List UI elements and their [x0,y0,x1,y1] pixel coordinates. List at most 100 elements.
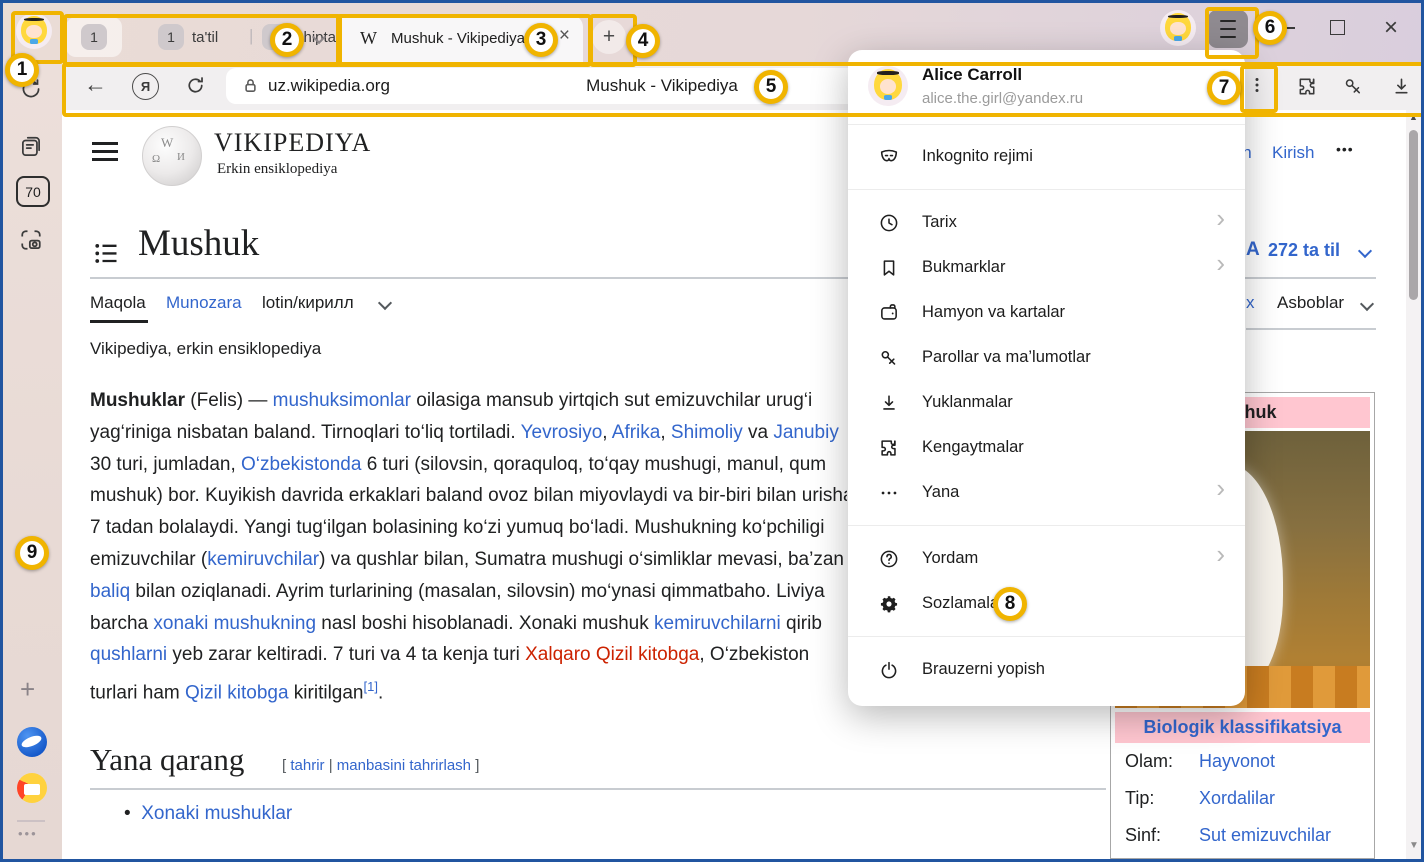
maximize-button[interactable] [1330,20,1345,35]
speed-score-badge[interactable]: 70 [16,176,50,207]
menu-item-label: Yordam [922,549,978,568]
menu-item-parollar-va-ma-lumotlar[interactable]: Parollar va ma’lumotlar [848,335,1245,380]
article-text[interactable]: [1] [364,679,378,694]
notes-icon[interactable] [18,134,44,165]
tools-divider [1246,328,1376,330]
article-link[interactable]: kemiruvchilarni [654,613,781,634]
see-also-heading: Yana qarang [90,742,244,778]
download-icon [878,392,900,414]
article-link[interactable]: Janubiy [773,422,839,443]
article-link[interactable]: O‘zbekistonda [241,454,361,475]
extensions-puzzle-icon[interactable] [1296,75,1319,103]
kirish-link[interactable]: Kirish [1272,143,1315,163]
scrollbar-thumb[interactable] [1409,130,1418,300]
article-link[interactable]: baliq [90,581,130,602]
menu-item-yana[interactable]: Yana› [848,470,1245,515]
contents-list-icon[interactable] [92,241,120,272]
menu-item-yuklanmalar[interactable]: Yuklanmalar [848,380,1245,425]
ellipsis-icon [878,482,900,504]
tab-munozara[interactable]: Munozara [166,293,242,313]
callout-2: 2 [270,23,304,57]
scrollbar-down-icon[interactable]: ▼ [1409,840,1419,851]
menu-item-label: Kengaytmalar [922,438,1024,457]
article-link[interactable]: kemiruvchilar [207,549,319,570]
article-text: 7 tadan bolalaydi. Yangi tug‘ilgan bolas… [90,517,824,538]
close-button[interactable]: × [1384,14,1398,42]
article-link[interactable]: qushlarni [90,644,167,665]
tatil-label: ta'til [192,29,218,46]
avatar-headband [1168,15,1188,18]
article-text: qirib [781,613,822,634]
menu-item-kengaytmalar[interactable]: Kengaytmalar [848,425,1245,470]
sidebar-more-icon[interactable]: ••• [18,826,38,841]
power-icon [878,659,900,681]
passwords-key-icon[interactable] [1342,75,1365,103]
menu-item-inkognito-rejimi[interactable]: Inkognito rejimi [848,134,1245,179]
yandex-disk-icon[interactable] [17,727,47,757]
tab-close-icon[interactable]: × [559,25,570,47]
article-link[interactable]: Shimoliy [671,422,743,443]
menu-item-sozlamalar[interactable]: Sozlamalar [848,581,1245,626]
kebab-menu-icon[interactable] [1248,76,1266,99]
classification-row: Olam:Hayvonot [1115,743,1370,780]
profile-avatar-right[interactable] [1160,10,1196,46]
tatil-count-badge: 1 [158,24,184,50]
sidebar-add-icon[interactable]: + [20,674,35,705]
wiki-site-name[interactable]: VIKIPEDIYA [214,128,371,158]
yandex-mail-icon[interactable] [17,773,47,803]
tools-button[interactable]: Asboblar [1277,293,1344,313]
avatar-bow [1174,36,1181,40]
wikipedia-globe-logo[interactable]: WΩИ [142,126,202,186]
rank-value-link[interactable]: Xordalilar [1199,788,1275,809]
downloads-icon[interactable] [1390,75,1413,103]
profile-name[interactable]: Alice Carroll [922,65,1022,85]
tab-maqola[interactable]: Maqola [90,293,146,313]
edit-link[interactable]: tahrir [290,757,324,774]
article-text: 6 turi (silovsin, qoraquloq, to‘qay mush… [361,454,826,475]
menu-divider [848,636,1245,637]
xonaki-mushuklar-link[interactable]: Xonaki mushuklar [141,803,292,824]
rank-value-link[interactable]: Sut emizuvchilar [1199,825,1331,846]
article-link[interactable]: Qizil kitobga [185,683,289,703]
profile-avatar[interactable] [16,13,52,49]
reload-icon[interactable] [184,74,207,102]
article-text: ) va qushlar bilan, Sumatra mushugi o‘si… [319,549,844,570]
menu-item-hamyon-va-kartalar[interactable]: Hamyon va kartalar [848,290,1245,335]
avatar-face [1170,22,1185,36]
new-tab-button[interactable]: + [592,20,626,54]
menu-item-label: Bukmarklar [922,258,1005,277]
rank-label: Sinf: [1125,825,1199,846]
article-link[interactable]: mushuksimonlar [273,390,411,411]
clock-icon [878,212,900,234]
article-text: , [602,422,612,443]
scrollbar-up-icon[interactable]: ▲ [1409,112,1418,122]
article-line: mushuk) bor. Kuyikish davrida erkaklari … [90,480,847,512]
screenshot-icon[interactable] [17,226,45,259]
article-text: bilan oziqlanadi. Ayrim turlarining (mas… [130,581,825,602]
back-icon[interactable]: ← [84,71,107,98]
article-link[interactable]: xonaki mushukning [153,613,316,634]
article-link[interactable]: Yevrosiyo [521,422,603,443]
browser-window: 1 1 ta'til | 0 chipta W Mushuk - Vikiped… [0,0,1424,862]
edit-source-link[interactable]: manbasini tahrirlash [337,757,471,774]
yandex-search-icon[interactable]: Я [132,73,159,100]
language-count-button[interactable]: 272 ta til [1268,240,1340,261]
article-text: oilasiga mansub yirtqich sut emizuvchila… [411,390,812,411]
tab-group-chip[interactable]: 1 [66,17,122,57]
article-link[interactable]: Xalqaro Qizil kitobga [525,644,699,665]
wiki-hamburger-icon[interactable] [92,142,118,161]
browser-menu-button[interactable] [1208,10,1248,48]
callout-4: 4 [626,24,660,58]
menu-item-label: Parollar va ma’lumotlar [922,348,1091,367]
article-text: yag‘riniga nisbatan baland. Tirnoqlari t… [90,422,521,443]
rank-value-link[interactable]: Hayvonot [1199,751,1275,772]
menu-item-brauzerni-yopish[interactable]: Brauzerni yopish [848,647,1245,692]
profile-menu: Alice Carroll alice.the.girl@yandex.ru I… [848,50,1245,706]
menu-item-yordam[interactable]: Yordam› [848,536,1245,581]
wiki-more-icon[interactable]: ••• [1336,141,1354,157]
variant-selector[interactable]: lotin/кирилл [262,293,354,313]
tab-group-tatil[interactable]: 1 ta'til [158,24,218,50]
article-link[interactable]: Afrika [612,422,661,443]
menu-item-bukmarklar[interactable]: Bukmarklar› [848,245,1245,290]
menu-item-tarix[interactable]: Tarix› [848,200,1245,245]
